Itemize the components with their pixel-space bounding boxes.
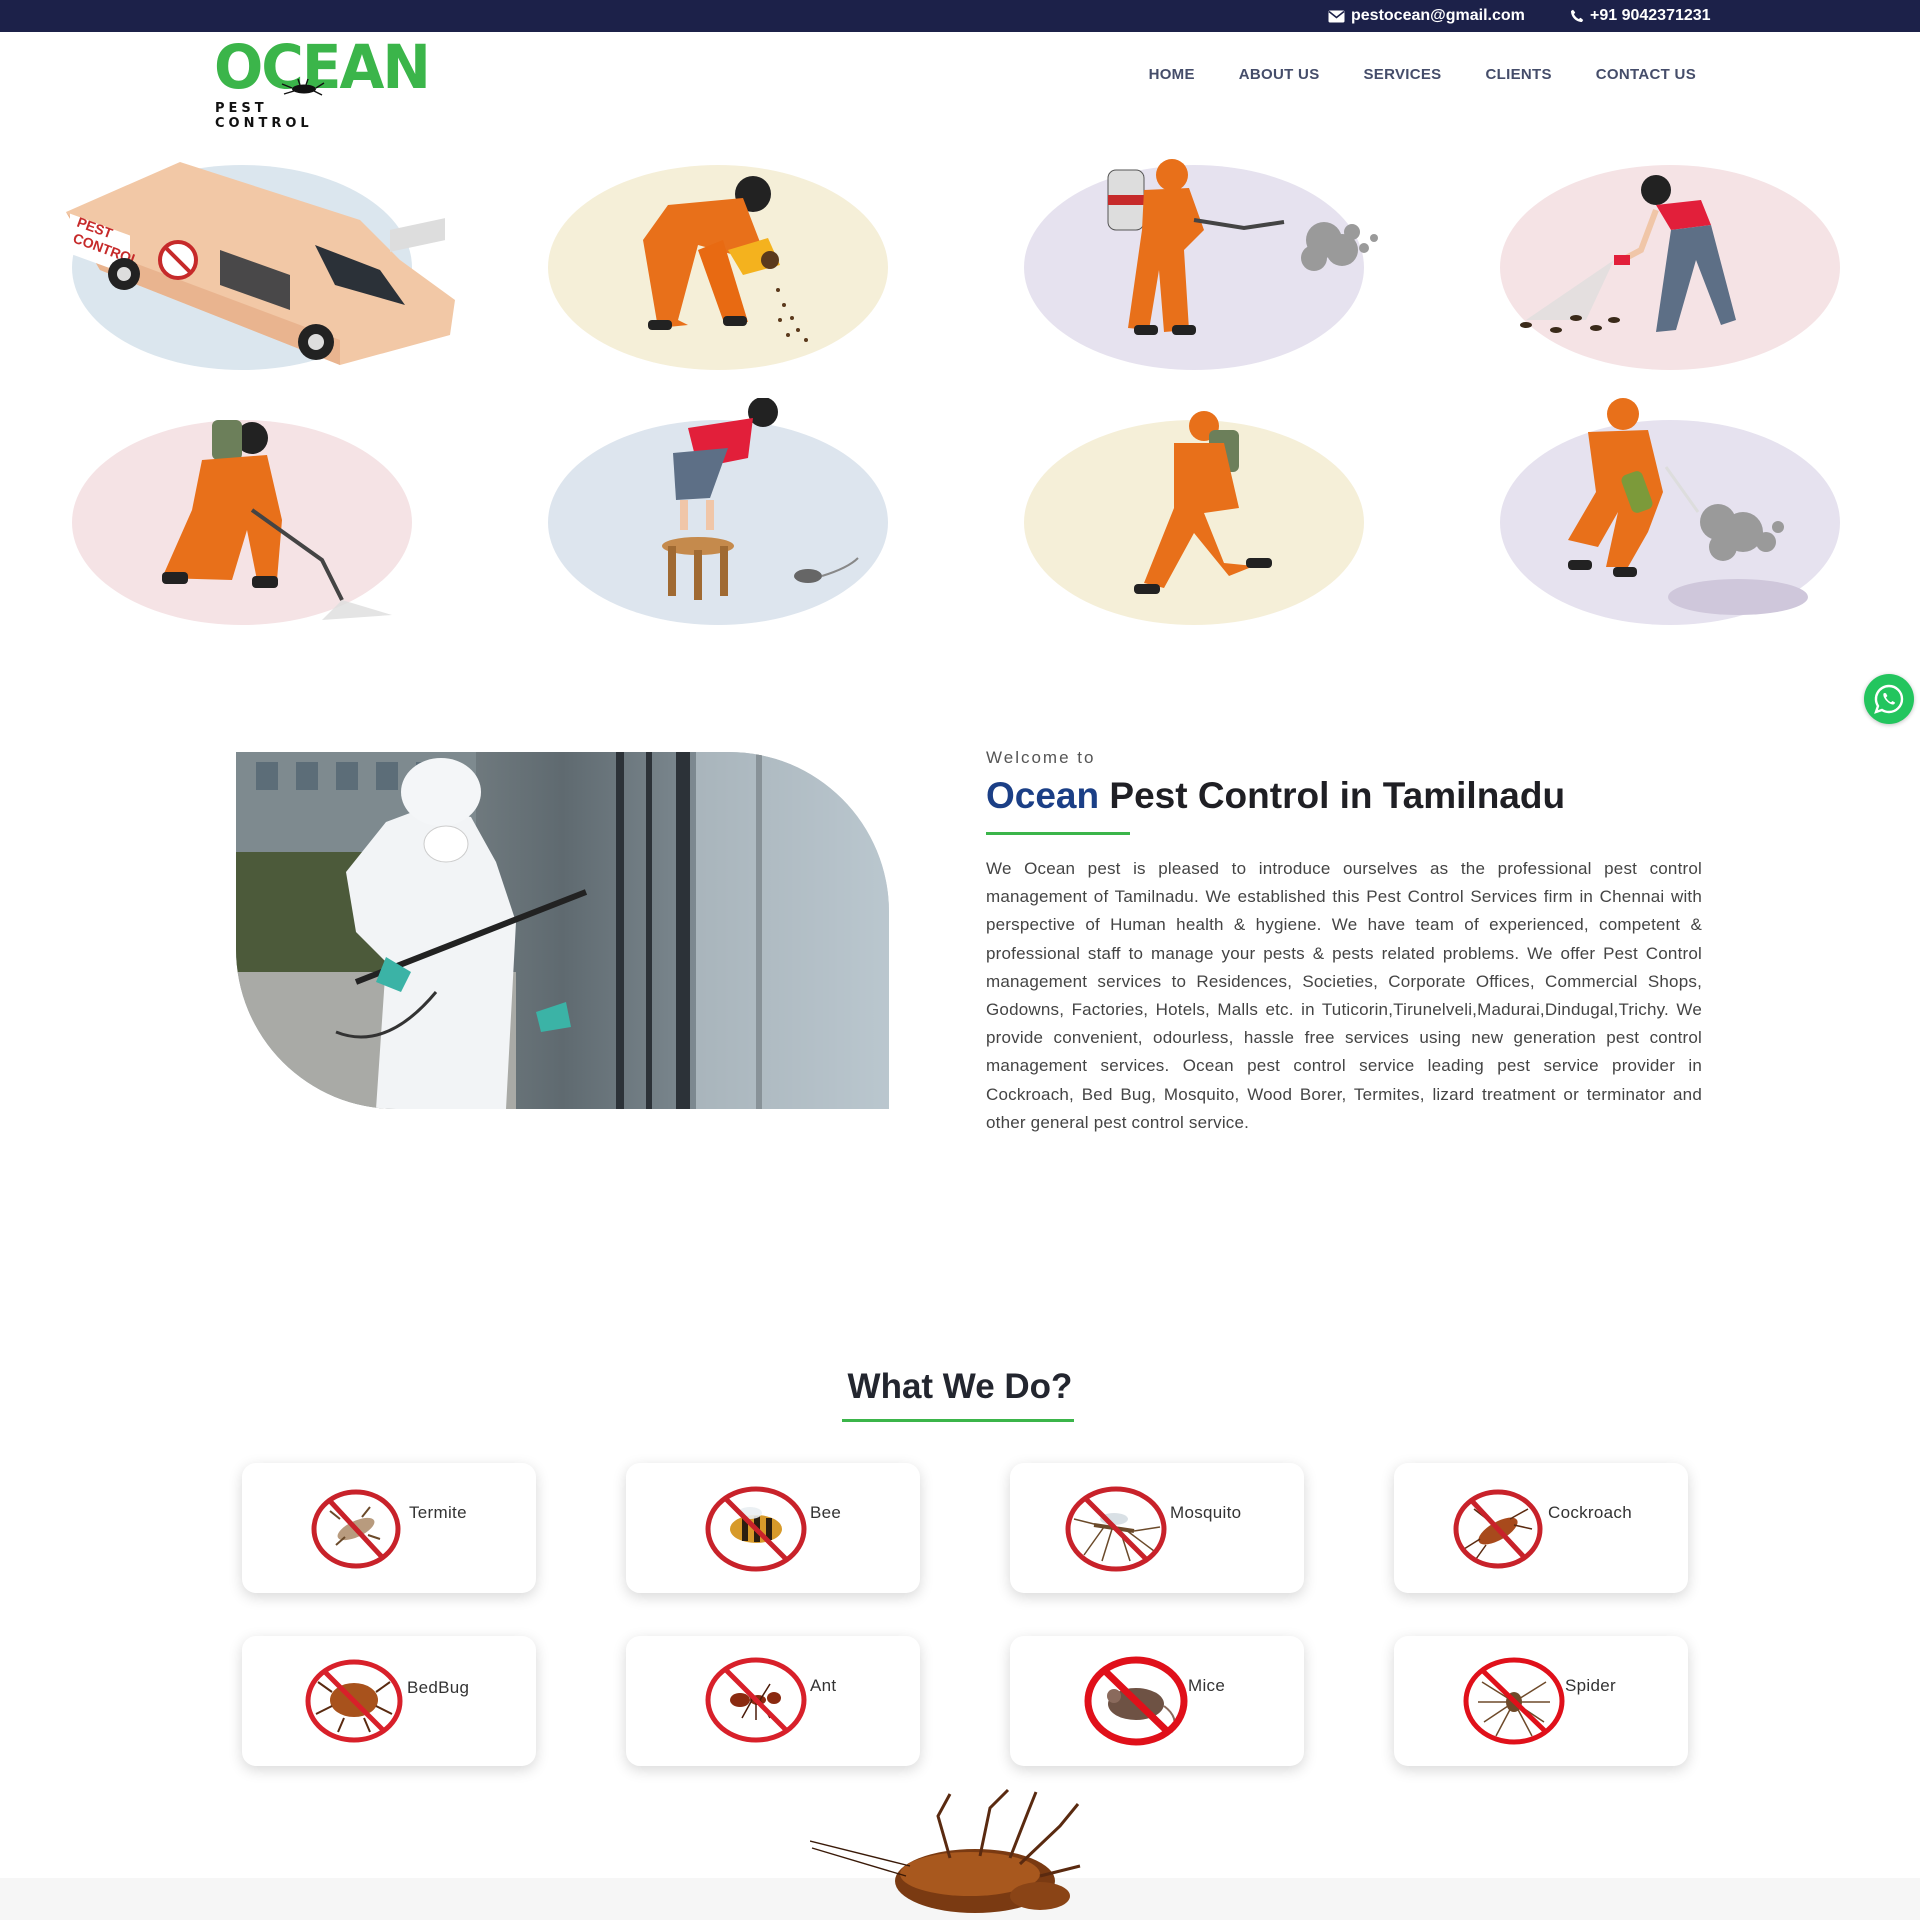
about-heading: Ocean Pest Control in Tamilnadu: [986, 775, 1565, 817]
service-label-bee: Bee: [810, 1503, 842, 1522]
nav-contact-us[interactable]: CONTACT US: [1596, 66, 1696, 83]
worker-spraying-floor-icon: [72, 400, 412, 630]
ocean-logo[interactable]: OCEAN PEST CONTROL: [212, 37, 431, 131]
no-termite-icon: [311, 1489, 401, 1569]
phone-text[interactable]: +91 9042371231: [1590, 7, 1711, 25]
about-heading-rest: Pest Control in Tamilnadu: [1099, 775, 1566, 816]
no-mosquito-icon: [1065, 1486, 1167, 1572]
no-spider-icon: [1463, 1657, 1565, 1745]
service-card-mice[interactable]: Mice: [1010, 1636, 1304, 1766]
worker-spreading-granules-icon: [548, 150, 888, 380]
nav-about-us[interactable]: ABOUT US: [1239, 66, 1320, 83]
no-bee-icon: [705, 1486, 807, 1572]
service-label-termite: Termite: [409, 1503, 467, 1522]
whatsapp-button[interactable]: [1864, 674, 1914, 724]
nav-services[interactable]: SERVICES: [1364, 66, 1442, 83]
main-nav: HOME ABOUT US SERVICES CLIENTS CONTACT U…: [1149, 66, 1696, 83]
service-label-ant: Ant: [810, 1676, 837, 1695]
services-underline: [842, 1419, 1074, 1422]
woman-on-stool-rat-icon: [548, 398, 888, 628]
nav-home[interactable]: HOME: [1149, 66, 1195, 83]
service-card-cockroach[interactable]: Cockroach: [1394, 1463, 1688, 1593]
no-bedbug-icon: [305, 1659, 403, 1743]
whatsapp-icon: [1874, 684, 1904, 714]
service-label-spider: Spider: [1565, 1676, 1616, 1695]
about-underline: [986, 832, 1130, 835]
service-label-cockroach: Cockroach: [1548, 1503, 1632, 1522]
service-label-bedbug: BedBug: [407, 1678, 470, 1697]
pest-control-van-icon: PEST CONTROL: [60, 150, 460, 380]
no-ant-icon: [705, 1657, 807, 1743]
services-heading: What We Do?: [847, 1367, 1073, 1406]
about-technician-photo: [236, 752, 889, 1109]
phone-icon: [1571, 9, 1584, 22]
service-card-bee[interactable]: Bee: [626, 1463, 920, 1593]
nav-clients[interactable]: CLIENTS: [1486, 66, 1552, 83]
logo-tagline: PEST CONTROL: [215, 101, 313, 131]
woman-spraying-cockroaches-icon: [1496, 150, 1846, 380]
no-mice-icon: [1084, 1656, 1188, 1746]
worker-spraying-fog-icon: [1024, 150, 1404, 380]
email-contact[interactable]: pestocean@gmail.com: [1328, 7, 1525, 25]
service-card-bedbug[interactable]: BedBug: [242, 1636, 536, 1766]
service-card-spider[interactable]: Spider: [1394, 1636, 1688, 1766]
phone-contact[interactable]: +91 9042371231: [1570, 7, 1711, 25]
cockroach-logo-icon: [281, 78, 325, 96]
worker-with-backpack-sprayer-icon: [1024, 398, 1364, 628]
envelope-icon: [1328, 10, 1345, 22]
service-label-mice: Mice: [1188, 1676, 1226, 1695]
service-card-mosquito[interactable]: Mosquito: [1010, 1463, 1304, 1593]
about-heading-brand: Ocean: [986, 775, 1100, 816]
dead-cockroach-icon: [810, 1788, 1081, 1913]
service-label-mosquito: Mosquito: [1170, 1503, 1242, 1522]
welcome-kicker: Welcome to: [986, 748, 1096, 767]
service-card-ant[interactable]: Ant: [626, 1636, 920, 1766]
top-contact-bar: pestocean@gmail.com +91 9042371231: [0, 0, 1920, 32]
worker-fumigating-icon: [1498, 392, 1840, 628]
about-body: We Ocean pest is pleased to introduce ou…: [986, 859, 1702, 1132]
email-text[interactable]: pestocean@gmail.com: [1351, 7, 1525, 25]
no-cockroach-icon: [1453, 1489, 1543, 1569]
service-card-termite[interactable]: Termite: [242, 1463, 536, 1593]
